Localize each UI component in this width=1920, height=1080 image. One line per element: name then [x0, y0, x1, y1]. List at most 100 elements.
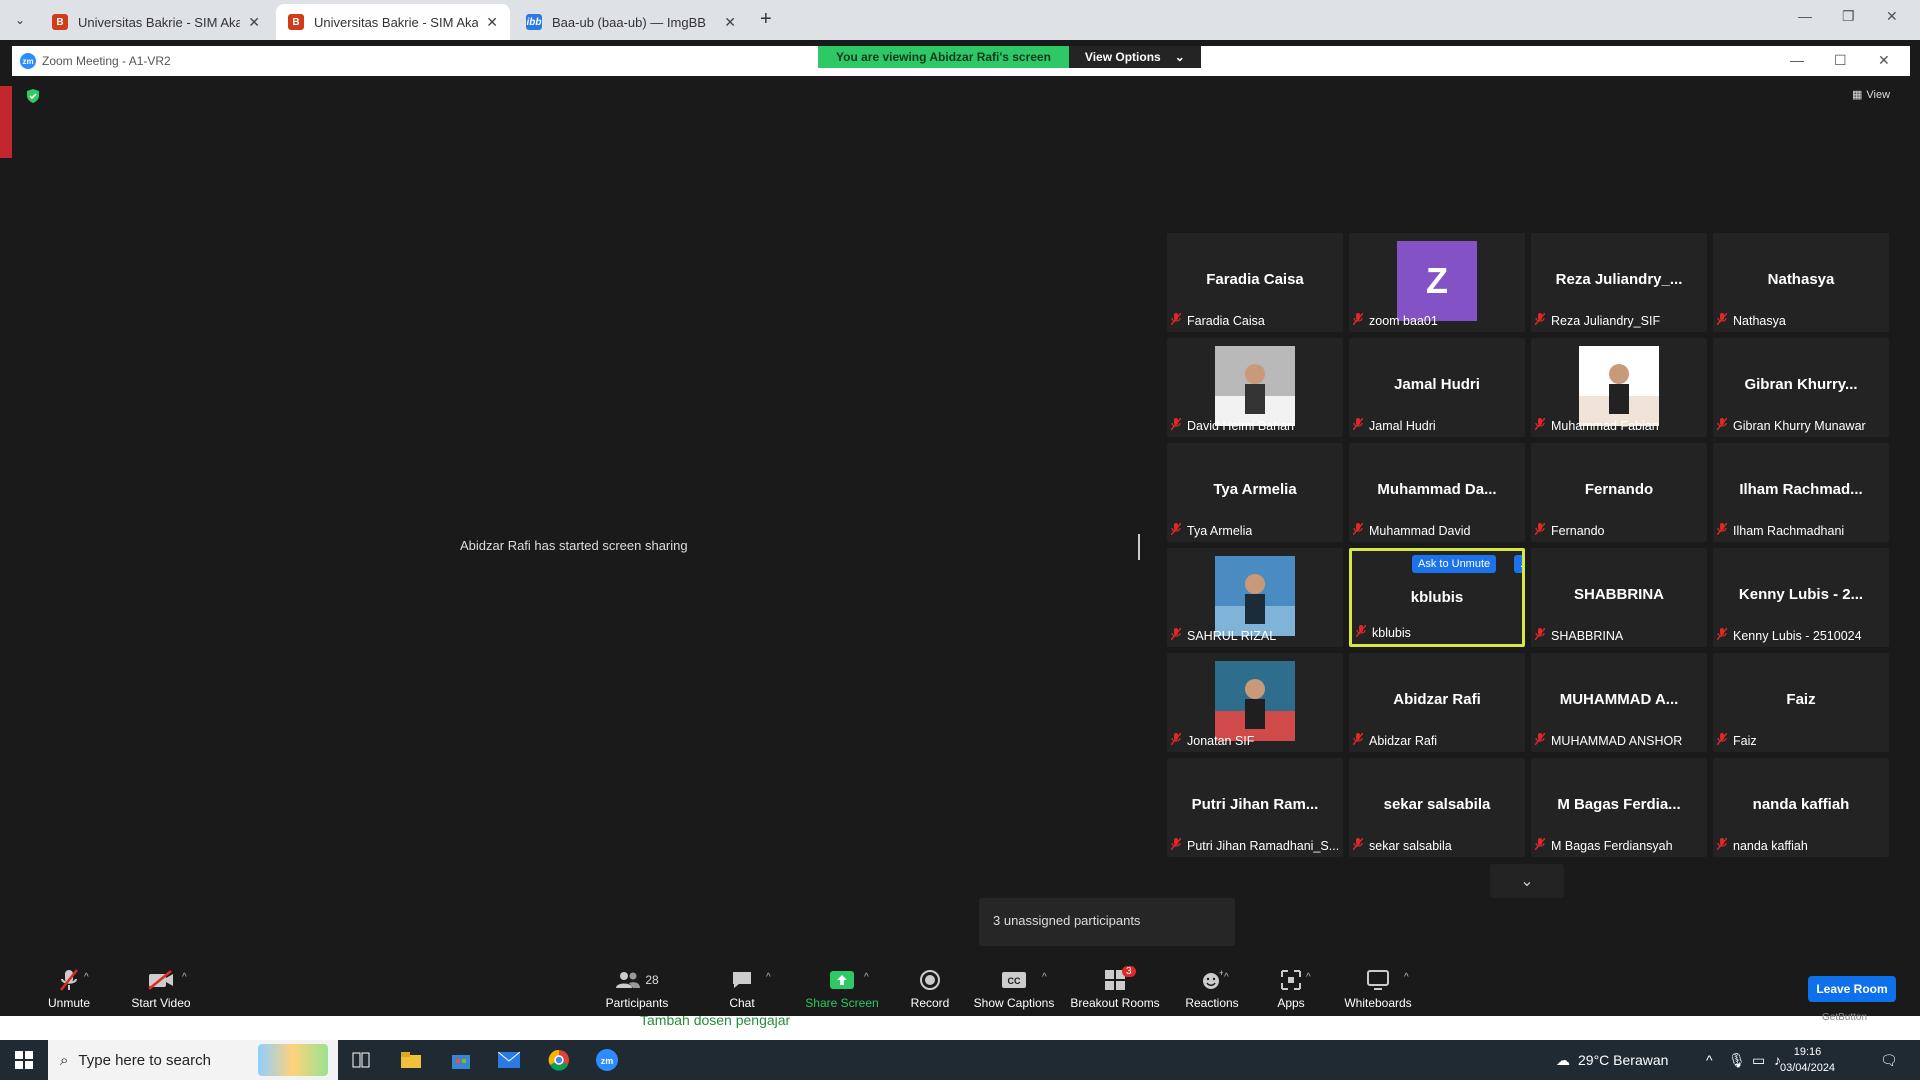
- participant-display-name: Putri Jihan Ram...: [1191, 796, 1319, 813]
- encryption-shield-icon[interactable]: [26, 89, 40, 103]
- muted-mic-icon: [1535, 733, 1546, 748]
- browser-tab-3[interactable]: ibb Baa-ub (baa-ub) — ImgBB ✕: [514, 4, 748, 40]
- zoom-close-icon[interactable]: ✕: [1878, 52, 1890, 69]
- browser-tab-2[interactable]: B Universitas Bakrie - SIM Akadem ✕: [276, 4, 510, 40]
- notifications-icon[interactable]: 🗨: [1880, 1040, 1898, 1080]
- microphone-icon[interactable]: 🎙: [1728, 1040, 1746, 1080]
- apps-options-caret-icon[interactable]: ^: [1306, 972, 1311, 983]
- unmute-button[interactable]: Unmute: [34, 968, 104, 1010]
- participant-tile[interactable]: Jonatan SIF: [1167, 653, 1343, 752]
- start-button[interactable]: [0, 1040, 48, 1080]
- close-icon[interactable]: ✕: [1886, 8, 1898, 25]
- chrome-icon[interactable]: [544, 1046, 574, 1074]
- participant-tile[interactable]: Faradia Caisa Faradia Caisa: [1167, 233, 1343, 332]
- captions-options-caret-icon[interactable]: ^: [1042, 972, 1047, 983]
- participant-name-label: zoom baa01: [1353, 313, 1438, 328]
- participant-name-label: Faiz: [1717, 733, 1757, 748]
- participant-tile[interactable]: Putri Jihan Ram... Putri Jihan Ramadhani_…: [1167, 758, 1343, 857]
- minimize-icon[interactable]: —: [1798, 8, 1812, 24]
- more-options-button[interactable]: ...: [1514, 555, 1522, 573]
- leave-room-button[interactable]: Leave Room: [1808, 976, 1896, 1002]
- file-explorer-icon[interactable]: [396, 1046, 426, 1074]
- audio-options-caret-icon[interactable]: ^: [84, 972, 89, 983]
- participants-button[interactable]: 28 Participants: [590, 968, 684, 1010]
- restore-icon[interactable]: ❐: [1842, 8, 1855, 25]
- participant-tile[interactable]: Faiz Faiz: [1713, 653, 1889, 752]
- close-tab-icon[interactable]: ✕: [248, 14, 260, 31]
- tab-search-button[interactable]: ⌄: [8, 8, 32, 32]
- panel-splitter[interactable]: [1138, 534, 1140, 560]
- breakout-rooms-button[interactable]: 3 Breakout Rooms: [1060, 966, 1170, 1010]
- show-captions-button[interactable]: CC Show Captions: [964, 968, 1064, 1010]
- muted-mic-icon: [1171, 523, 1182, 538]
- participant-tile[interactable]: Muhammad Fabian: [1531, 338, 1707, 437]
- reactions-options-caret-icon[interactable]: ^: [1224, 972, 1229, 983]
- view-options-label: View Options: [1084, 50, 1161, 64]
- close-tab-icon[interactable]: ✕: [724, 14, 736, 31]
- participants-label: Participants: [605, 996, 669, 1010]
- participant-tile[interactable]: Jamal Hudri Jamal Hudri: [1349, 338, 1525, 437]
- zoom-taskbar-icon[interactable]: zm: [592, 1046, 622, 1074]
- start-video-button[interactable]: Start Video: [116, 968, 206, 1010]
- participant-tile[interactable]: MUHAMMAD A... MUHAMMAD ANSHOR: [1531, 653, 1707, 752]
- record-button[interactable]: Record: [898, 968, 962, 1010]
- weather-widget[interactable]: ☁ 29°C Berawan: [1556, 1040, 1668, 1080]
- zoom-minimize-icon[interactable]: —: [1790, 52, 1804, 68]
- participant-tile[interactable]: SHABBRINA SHABBRINA: [1531, 548, 1707, 647]
- participant-tile[interactable]: Kenny Lubis - 2... Kenny Lubis - 2510024: [1713, 548, 1889, 647]
- chat-button[interactable]: Chat: [712, 968, 772, 1010]
- muted-mic-icon: [1171, 418, 1182, 433]
- share-screen-button[interactable]: Share Screen: [792, 968, 892, 1010]
- participant-tile[interactable]: sekar salsabila sekar salsabila: [1349, 758, 1525, 857]
- participant-name-label: Putri Jihan Ramadhani_S...: [1171, 838, 1339, 853]
- unassigned-participants-tooltip: 3 unassigned participants: [979, 898, 1235, 946]
- participant-tile[interactable]: nanda kaffiah nanda kaffiah: [1713, 758, 1889, 857]
- participant-tile[interactable]: Fernando Fernando: [1531, 443, 1707, 542]
- microsoft-store-icon[interactable]: [446, 1046, 476, 1074]
- participant-gallery: Faradia Caisa Faradia Caisa Zzoom baa01 Rez…: [1167, 233, 1891, 857]
- show-hidden-icons[interactable]: ^: [1706, 1040, 1713, 1080]
- participant-tile[interactable]: kblubis Ask to Unmute... kblubis: [1349, 548, 1525, 647]
- participant-tile[interactable]: Tya Armelia Tya Armelia: [1167, 443, 1343, 542]
- taskbar-clock[interactable]: 19:16 03/04/2024: [1780, 1044, 1835, 1076]
- weather-text: 29°C Berawan: [1578, 1052, 1669, 1068]
- participant-tile[interactable]: Gibran Khurry... Gibran Khurry Munawar: [1713, 338, 1889, 437]
- zoom-maximize-icon[interactable]: ☐: [1834, 52, 1847, 69]
- participant-tile[interactable]: Reza Juliandry_... Reza Juliandry_SIF: [1531, 233, 1707, 332]
- scroll-down-button[interactable]: ⌄: [1490, 864, 1564, 898]
- mail-icon[interactable]: [494, 1046, 524, 1074]
- ask-to-unmute-button[interactable]: Ask to Unmute: [1412, 555, 1497, 573]
- whiteboards-button[interactable]: Whiteboards: [1332, 968, 1424, 1010]
- task-view-icon[interactable]: [346, 1046, 376, 1074]
- browser-tab-1[interactable]: B Universitas Bakrie - SIM Akadem ✕: [40, 4, 272, 40]
- participant-tile[interactable]: Abidzar Rafi Abidzar Rafi: [1349, 653, 1525, 752]
- participants-count: 28: [645, 973, 659, 987]
- participant-display-name: Nathasya: [1767, 271, 1835, 288]
- chat-options-caret-icon[interactable]: ^: [766, 972, 771, 983]
- muted-mic-icon: [1353, 733, 1364, 748]
- new-tab-icon[interactable]: +: [760, 8, 772, 31]
- participant-photo: [1215, 346, 1295, 426]
- reactions-button[interactable]: + Reactions: [1172, 968, 1252, 1010]
- muted-mic-icon: [1535, 628, 1546, 643]
- participant-tile[interactable]: M Bagas Ferdia... M Bagas Ferdiansyah: [1531, 758, 1707, 857]
- close-tab-icon[interactable]: ✕: [486, 14, 498, 31]
- view-options-button[interactable]: View Options ⌄: [1068, 46, 1201, 68]
- screen-share-message: Abidzar Rafi has started screen sharing: [460, 538, 688, 553]
- view-button[interactable]: ▦ View: [1852, 88, 1890, 102]
- svg-text:+: +: [1219, 969, 1223, 978]
- participant-name: David Helmi Bahari: [1187, 418, 1294, 433]
- video-options-caret-icon[interactable]: ^: [182, 972, 187, 983]
- participant-tile[interactable]: Muhammad Da... Muhammad David: [1349, 443, 1525, 542]
- participant-tile[interactable]: SAHRUL RIZAL: [1167, 548, 1343, 647]
- share-options-caret-icon[interactable]: ^: [864, 972, 869, 983]
- participant-tile[interactable]: Nathasya Nathasya: [1713, 233, 1889, 332]
- taskbar-search-box[interactable]: ⌕ Type here to search: [48, 1040, 338, 1080]
- whiteboards-options-caret-icon[interactable]: ^: [1404, 972, 1409, 983]
- participant-tile[interactable]: Zzoom baa01: [1349, 233, 1525, 332]
- participant-tile[interactable]: David Helmi Bahari: [1167, 338, 1343, 437]
- participant-name-label: sekar salsabila: [1353, 838, 1452, 853]
- participant-tile[interactable]: Ilham Rachmad... Ilham Rachmadhani: [1713, 443, 1889, 542]
- network-icon[interactable]: ▭: [1752, 1040, 1765, 1080]
- apps-label: Apps: [1277, 996, 1305, 1010]
